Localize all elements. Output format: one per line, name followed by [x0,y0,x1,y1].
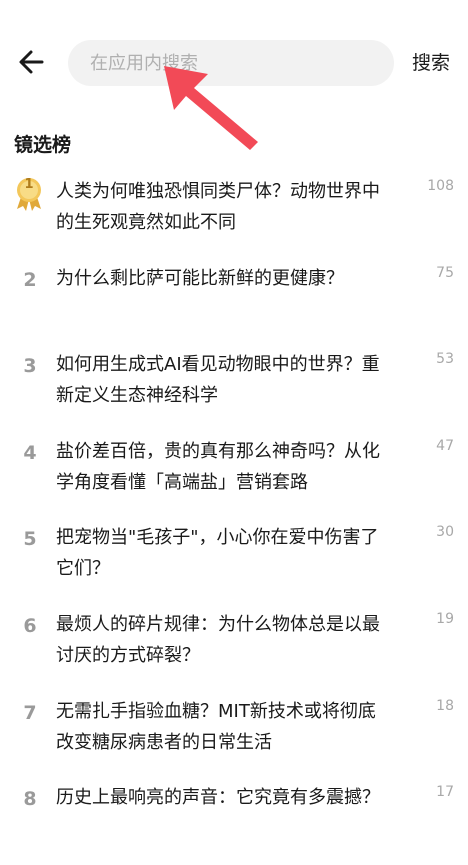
item-title: 历史上最响亮的声音：它究竟有多震撼？ [56,787,380,809]
rank-number: 3 [23,355,37,378]
item-title: 把宠物当"毛孩子"，小心你在爱中伤害了它们？ [56,527,379,580]
item-title: 如何用生成式AI看见动物眼中的世界？重新定义生态神经科学 [56,354,380,407]
item-title: 为什么剩比萨可能比新鲜的更健康？ [56,267,344,289]
rank-number: 6 [23,614,37,637]
list-item[interactable]: 3 如何用生成式AI看见动物眼中的世界？重新定义生态神经科学 53 [0,345,468,432]
list-item[interactable]: 2 为什么剩比萨可能比新鲜的更健康？ 75 [0,259,468,346]
rank-number: 8 [23,788,37,811]
ranking-list: 1 人类为何唯独恐惧同类尸体？动物世界中的生死观竟然如此不同 108 2 为什么… [0,172,468,865]
item-title: 最烦人的碎片规律：为什么物体总是以最讨厌的方式碎裂？ [56,613,380,666]
arrow-left-icon [19,50,44,74]
top-bar: 搜索 [0,0,468,110]
back-button[interactable] [14,44,50,80]
item-count: 108 [427,178,454,194]
item-count: 53 [436,351,454,368]
list-item[interactable]: 1 人类为何唯独恐惧同类尸体？动物世界中的生死观竟然如此不同 108 [0,172,468,259]
search-button[interactable]: 搜索 [412,48,450,78]
rank-number: 5 [23,528,37,551]
item-count: 47 [436,437,454,454]
item-count: 30 [436,524,454,541]
rank-number: 7 [23,701,37,724]
item-count: 19 [436,610,454,627]
list-item[interactable]: 4 盐价差百倍，贵的真有那么神奇吗？从化学角度看懂「高端盐」营销套路 47 [0,432,468,519]
item-title: 无需扎手指验血糖？MIT新技术或将彻底改变糖尿病患者的日常生活 [56,700,376,753]
item-title: 盐价差百倍，贵的真有那么神奇吗？从化学角度看懂「高端盐」营销套路 [56,440,380,493]
item-count: 75 [436,264,454,281]
list-item[interactable]: 5 把宠物当"毛孩子"，小心你在爱中伤害了它们？ 30 [0,518,468,605]
list-item[interactable]: 6 最烦人的碎片规律：为什么物体总是以最讨厌的方式碎裂？ 19 [0,605,468,692]
rank-number: 2 [23,268,37,291]
rank-number: 4 [23,441,37,464]
item-title: 人类为何唯独恐惧同类尸体？动物世界中的生死观竟然如此不同 [56,181,380,233]
list-item[interactable]: 7 无需扎手指验血糖？MIT新技术或将彻底改变糖尿病患者的日常生活 18 [0,692,468,779]
item-count: 17 [436,784,454,801]
search-box[interactable] [68,40,394,86]
item-count: 18 [436,697,454,714]
section-title: 镜选榜 [14,134,72,156]
rank-number: 1 [24,177,34,192]
list-item[interactable]: 8 历史上最响亮的声音：它究竟有多震撼？ 17 [0,778,468,865]
search-input[interactable] [88,51,374,75]
